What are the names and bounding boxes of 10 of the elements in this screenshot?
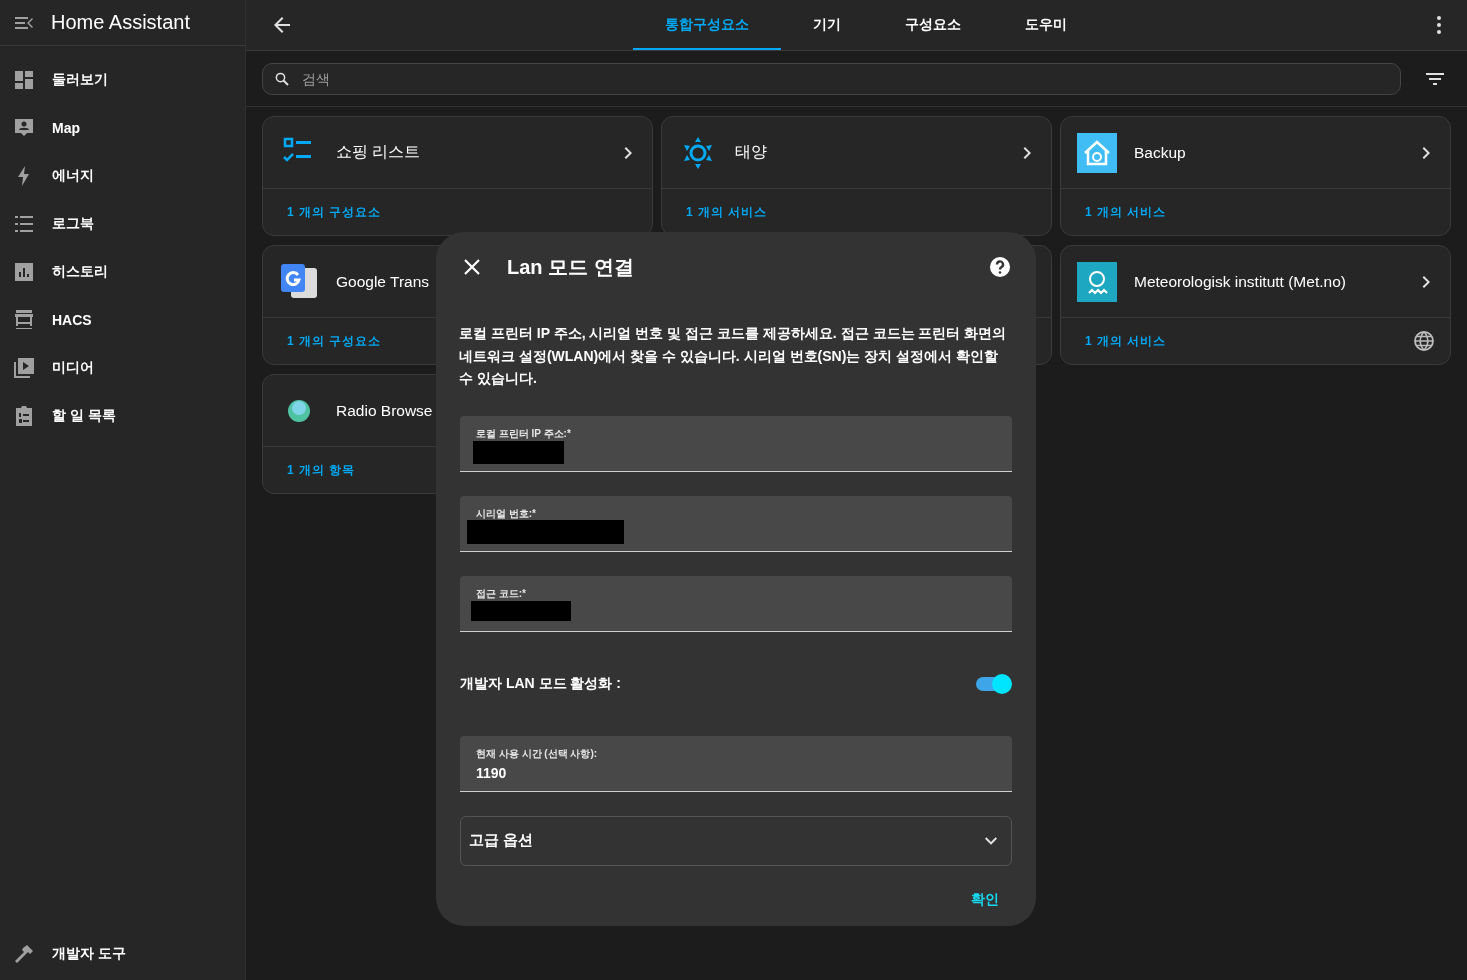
integration-title: Meteorologisk institutt (Met.no) <box>1134 272 1347 291</box>
integration-title: Google Trans <box>336 272 431 291</box>
dialog-description: 로컬 프린터 IP 주소, 시리얼 번호 및 접근 코드를 제공하세요. 접근 코드는 프린터 화면의 네트워크 설정(WLAN)에서 찾을 수 있습니다. 시리얼 번호(SN)는 장치 설정에서 확인할 수 있습니다. <box>459 324 1008 388</box>
switch-label: 개발자 LAN 모드 활성화 : <box>460 674 621 693</box>
integration-title: 쇼핑 리스트 <box>336 142 422 162</box>
integration-title: 태양 <box>735 142 768 162</box>
app-title: Home Assistant <box>51 11 190 34</box>
integration-title: Radio Browse <box>336 401 434 420</box>
integration-title: Backup <box>1134 143 1187 162</box>
dialog-title: Lan 모드 연결 <box>507 254 635 280</box>
